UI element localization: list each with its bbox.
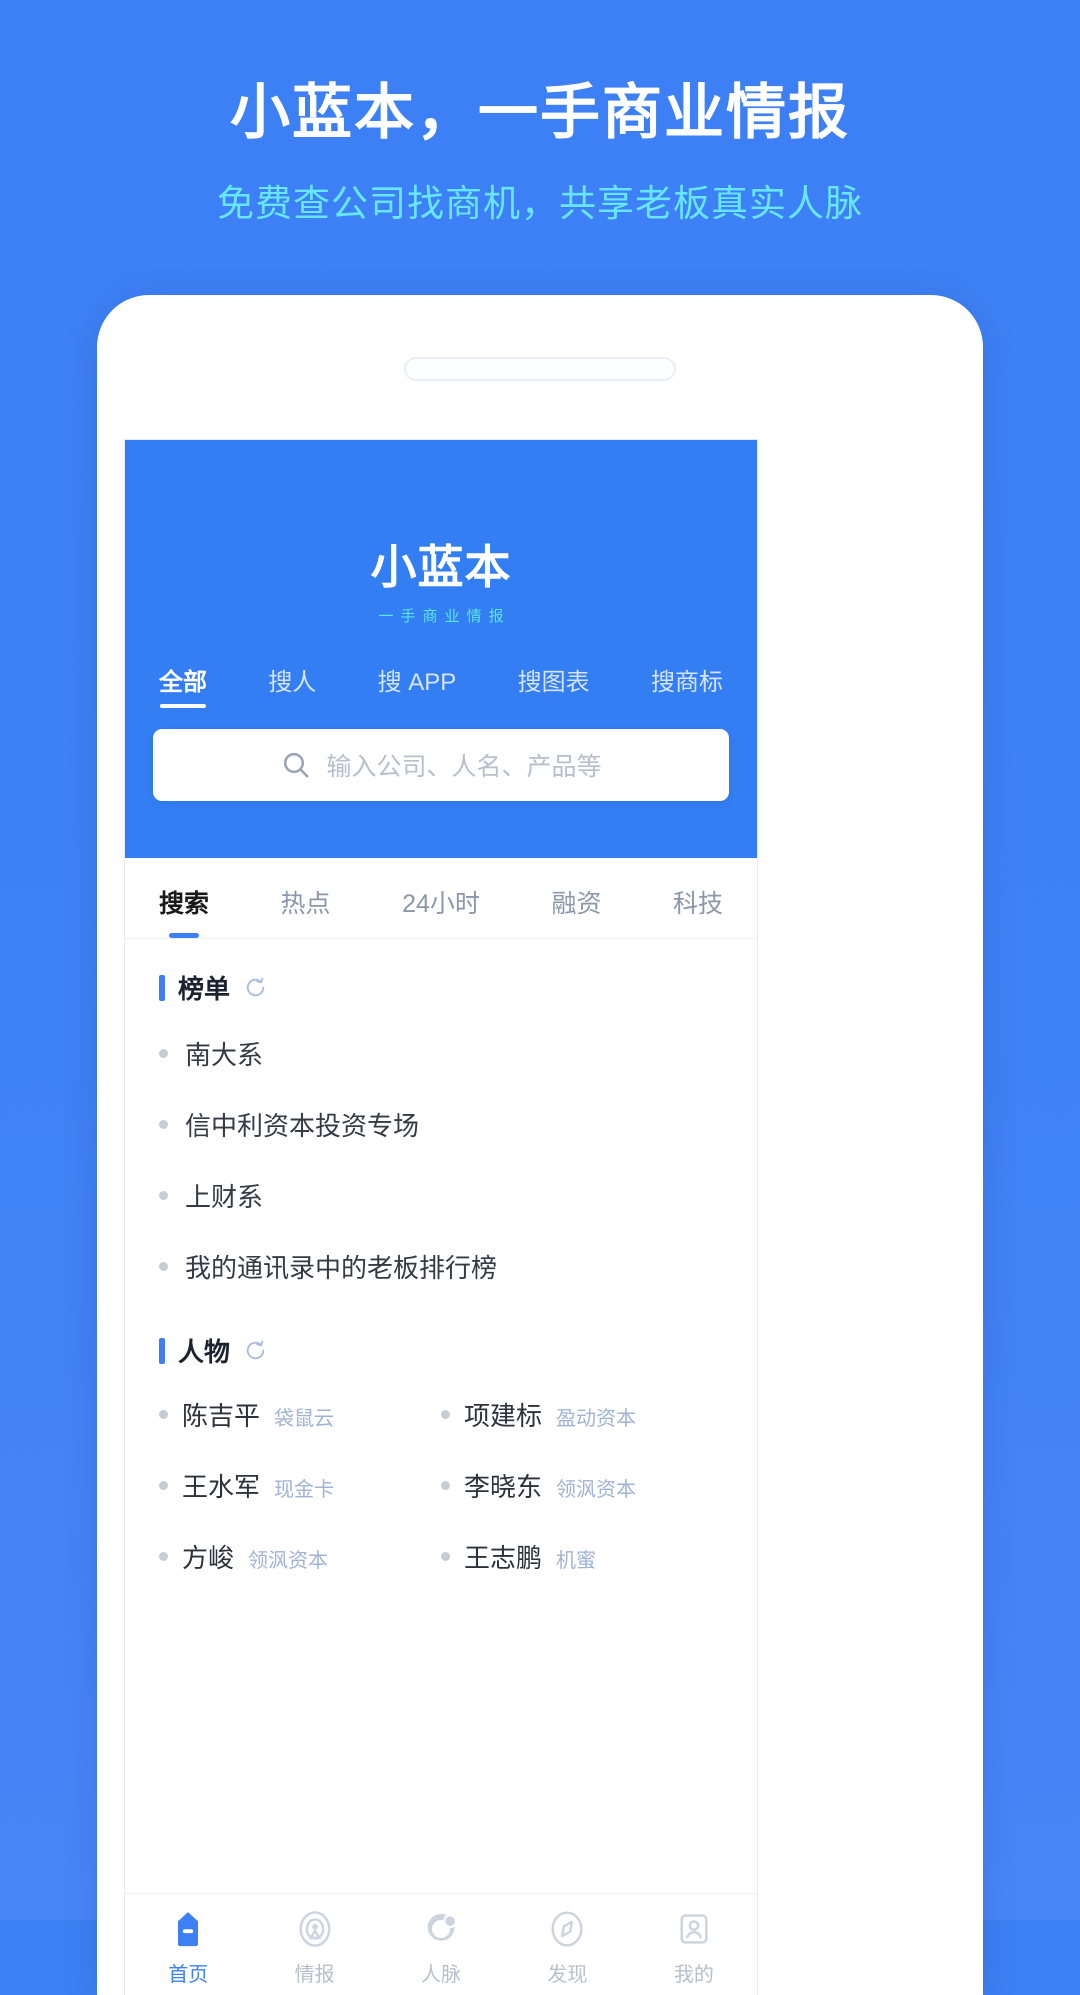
rankings-list: 南大系 信中利资本投资专场 上财系 我的通讯录中的老板排行榜 [159, 1012, 723, 1302]
search-scope-tabs: 全部 搜人 搜 APP 搜图表 搜商标 [125, 626, 757, 708]
phone-speaker-slot [404, 357, 676, 381]
bullet-dot-icon [441, 1552, 450, 1561]
app-logo-tagline: 一手商业情报 [378, 608, 511, 625]
content-tabs: 搜索 热点 24小时 融资 科技 [125, 858, 757, 939]
list-item-label: 我的通讯录中的老板排行榜 [185, 1253, 498, 1283]
tab-hot[interactable]: 热点 [281, 884, 331, 938]
contacts-circle-icon [423, 1908, 459, 1950]
bullet-dot-icon [159, 1410, 168, 1419]
person-name: 王志鹏 [464, 1543, 543, 1573]
compass-icon [548, 1908, 586, 1950]
promo-subtitle: 免费查公司找商机，共享老板真实人脉 [217, 183, 863, 224]
search-tab-app[interactable]: 搜 APP [378, 662, 457, 708]
list-item-label: 上财系 [185, 1182, 264, 1212]
search-placeholder: 输入公司、人名、产品等 [326, 753, 602, 781]
section-header-rankings: 榜单 [159, 939, 723, 1012]
nav-item-profile[interactable]: 我的 [631, 1894, 757, 1995]
person-org: 袋鼠云 [274, 1408, 335, 1430]
person-name: 王水军 [182, 1472, 261, 1502]
list-item[interactable]: 南大系 [159, 1018, 723, 1089]
nav-label-intel: 情报 [294, 1963, 335, 1986]
nav-item-discover[interactable]: 发现 [504, 1894, 630, 1995]
tab-tech[interactable]: 科技 [673, 884, 723, 938]
list-item-label: 信中利资本投资专场 [185, 1111, 420, 1141]
app-screen: 小蓝本 一手商业情报 全部 搜人 搜 APP 搜图表 搜商标 输入公司、人名、产… [125, 440, 757, 1995]
section-title-rankings: 榜单 [178, 974, 231, 1004]
refresh-icon[interactable] [243, 975, 268, 1000]
person-name: 李晓东 [464, 1472, 543, 1502]
section-accent-bar [159, 974, 165, 1001]
section-accent-bar [159, 1337, 165, 1364]
bottom-navigation: 首页 情报 人脉 发现 我的 [125, 1893, 757, 1995]
nav-label-home: 首页 [168, 1963, 209, 1986]
bullet-dot-icon [159, 1552, 168, 1561]
section-header-people: 人物 [159, 1302, 723, 1375]
nav-label-discover: 发现 [547, 1963, 588, 1986]
people-list: 陈吉平 袋鼠云 项建标 盈动资本 王水军 现金卡 李晓东 领沨资本 方峻 领沨资… [159, 1375, 723, 1592]
person-org: 现金卡 [274, 1479, 335, 1501]
section-rankings: 榜单 南大系 信中利资本投资专场 上财系 我的通讯录中的老板排行榜 [125, 939, 757, 1302]
list-item[interactable]: 王志鹏 机蜜 [441, 1521, 723, 1592]
nav-item-network[interactable]: 人脉 [378, 1894, 504, 1995]
nav-item-intel[interactable]: 情报 [251, 1894, 377, 1995]
section-title-people: 人物 [178, 1337, 231, 1367]
app-logo: 小蓝本 一手商业情报 [125, 440, 757, 626]
tab-funding[interactable]: 融资 [551, 884, 601, 938]
list-item[interactable]: 方峻 领沨资本 [159, 1521, 441, 1592]
person-name: 方峻 [182, 1543, 235, 1573]
list-item-label: 南大系 [185, 1040, 264, 1070]
search-tab-all[interactable]: 全部 [159, 662, 207, 708]
tab-search[interactable]: 搜索 [159, 884, 209, 938]
search-tab-chart[interactable]: 搜图表 [518, 662, 590, 708]
person-org: 机蜜 [556, 1550, 597, 1572]
search-input[interactable]: 输入公司、人名、产品等 [153, 729, 729, 801]
tab-24h[interactable]: 24小时 [402, 884, 480, 938]
person-org: 盈动资本 [556, 1408, 637, 1430]
bullet-dot-icon [441, 1410, 450, 1419]
section-people: 人物 陈吉平 袋鼠云 项建标 盈动资本 王水军 现金卡 李晓东 领沨资本 方峻 … [125, 1302, 757, 1592]
phone-mockup: 小蓝本 一手商业情报 全部 搜人 搜 APP 搜图表 搜商标 输入公司、人名、产… [97, 295, 983, 1995]
nav-item-home[interactable]: 首页 [125, 1894, 251, 1995]
nav-label-profile: 我的 [673, 1963, 714, 1986]
promo-header: 小蓝本，一手商业情报 免费查公司找商机，共享老板真实人脉 [0, 0, 1080, 227]
app-logo-text: 小蓝本 [370, 541, 512, 593]
bullet-dot-icon [441, 1481, 450, 1490]
list-item[interactable]: 王水军 现金卡 [159, 1450, 441, 1521]
list-item[interactable]: 陈吉平 袋鼠云 [159, 1379, 441, 1450]
promo-title: 小蓝本，一手商业情报 [230, 79, 850, 146]
person-name: 陈吉平 [182, 1401, 261, 1431]
bullet-dot-icon [159, 1262, 168, 1271]
search-tab-trademark[interactable]: 搜商标 [651, 662, 723, 708]
person-name: 项建标 [464, 1401, 543, 1431]
list-item[interactable]: 信中利资本投资专场 [159, 1089, 723, 1160]
person-org: 领沨资本 [556, 1479, 637, 1501]
search-icon [280, 749, 312, 781]
profile-icon [676, 1908, 712, 1950]
radar-signal-icon [296, 1908, 334, 1950]
refresh-icon[interactable] [243, 1338, 268, 1363]
search-hero: 小蓝本 一手商业情报 全部 搜人 搜 APP 搜图表 搜商标 输入公司、人名、产… [125, 440, 757, 858]
person-org: 领沨资本 [248, 1550, 329, 1572]
bullet-dot-icon [159, 1049, 168, 1058]
list-item[interactable]: 我的通讯录中的老板排行榜 [159, 1231, 723, 1302]
list-item[interactable]: 上财系 [159, 1160, 723, 1231]
list-item[interactable]: 李晓东 领沨资本 [441, 1450, 723, 1521]
bullet-dot-icon [159, 1481, 168, 1490]
bullet-dot-icon [159, 1120, 168, 1129]
nav-label-network: 人脉 [421, 1963, 462, 1986]
list-item[interactable]: 项建标 盈动资本 [441, 1379, 723, 1450]
home-bookmark-icon [170, 1908, 206, 1950]
bullet-dot-icon [159, 1191, 168, 1200]
search-tab-people[interactable]: 搜人 [268, 662, 316, 708]
